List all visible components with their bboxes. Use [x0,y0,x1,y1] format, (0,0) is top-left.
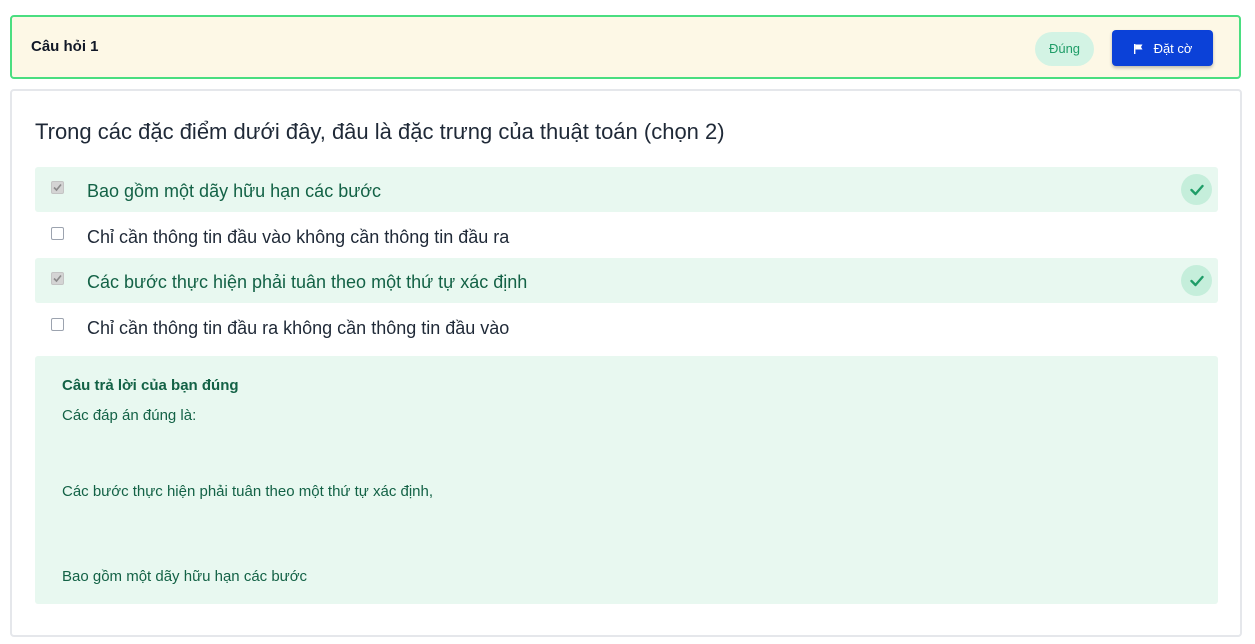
answer-option[interactable]: Chỉ cần thông tin đầu ra không cần thông… [35,304,1218,349]
correct-check-icon [1181,174,1212,205]
status-badge: Đúng [1035,32,1094,66]
question-text: Trong các đặc điểm dưới đây, đâu là đặc … [35,119,725,144]
feedback-answer: Bao gồm một dãy hữu hạn các bước [62,568,308,585]
option-label: Chỉ cần thông tin đầu ra không cần thông… [87,318,510,338]
option-checkbox[interactable] [51,227,64,240]
option-checkbox[interactable] [51,318,64,331]
question-header: Câu hỏi 1 Đúng Đặt cờ [10,15,1241,79]
correct-check-icon [1181,265,1212,296]
answer-option[interactable]: Bao gồm một dãy hữu hạn các bước [35,167,1218,212]
option-checkbox[interactable] [51,181,64,194]
option-label: Chỉ cần thông tin đầu vào không cần thôn… [87,227,510,247]
option-checkbox[interactable] [51,272,64,285]
question-card: Trong các đặc điểm dưới đây, đâu là đặc … [10,89,1242,637]
feedback-title: Câu trả lời của bạn đúng [62,377,239,394]
answer-option[interactable]: Các bước thực hiện phải tuân theo một th… [35,258,1218,303]
answer-option[interactable]: Chỉ cần thông tin đầu vào không cần thôn… [35,213,1218,258]
feedback-answer: Các bước thực hiện phải tuân theo một th… [62,483,434,500]
flag-button[interactable]: Đặt cờ [1112,30,1213,66]
flag-icon [1133,43,1143,54]
feedback-panel: Câu trả lời của bạn đúng Các đáp án đúng… [35,356,1218,604]
option-label: Bao gồm một dãy hữu hạn các bước [87,181,382,201]
feedback-intro: Các đáp án đúng là: [62,407,197,424]
option-label: Các bước thực hiện phải tuân theo một th… [87,272,528,292]
flag-button-label: Đặt cờ [1153,40,1193,56]
question-number-title: Câu hỏi 1 [31,38,99,55]
